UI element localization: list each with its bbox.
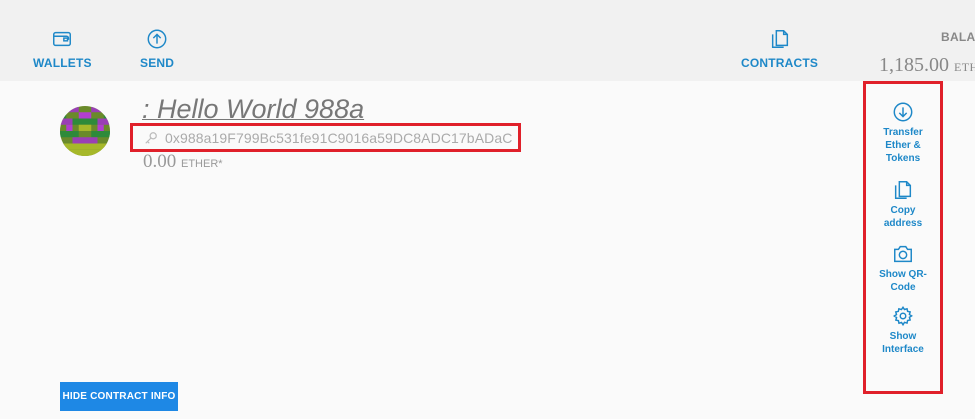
show-interface-button[interactable]: Show Interface [866, 305, 940, 356]
camera-icon [894, 245, 912, 263]
show-qr-code-button[interactable]: Show QR- Code [866, 243, 940, 294]
copy-icon [894, 181, 912, 199]
balance-label: BALANC [941, 30, 975, 44]
hide-contract-info-button[interactable]: HIDE CONTRACT INFO [60, 382, 178, 411]
copy-address-label: Copy address [883, 205, 923, 229]
transfer-ether-tokens-button[interactable]: Transfer Ether & Tokens [866, 101, 940, 165]
wallet-icon [53, 31, 72, 47]
account-address-field[interactable]: 0x988a19F799Bc531fe91C9016a59DC8ADC17bAD… [130, 123, 521, 152]
show-qr-code-label: Show QR- Code [879, 269, 927, 293]
account-identicon [60, 103, 110, 159]
gear-icon [892, 305, 913, 327]
show-interface-label: Show Interface [882, 331, 924, 355]
contract-actions-panel: Transfer Ether & Tokens Copy address Show Q… [863, 81, 943, 394]
key-icon [145, 131, 157, 144]
download-circle-icon [893, 102, 913, 122]
account-balance-unit: ETHER* [181, 158, 223, 170]
arrow-up-circle-icon [147, 29, 167, 49]
balance-unit: ETHER [954, 60, 975, 74]
account-address[interactable]: 0x988a19F799Bc531fe91C9016a59DC8ADC17bAD… [165, 130, 512, 146]
send-nav-button[interactable]: SEND [140, 28, 174, 70]
contracts-icon [771, 30, 788, 48]
top-navigation-bar: WALLETS SEND CONTRACTS BALANC 1,185.00 E… [0, 0, 975, 81]
identicon-image [60, 106, 110, 156]
wallets-nav-button[interactable]: WALLETS [33, 28, 92, 70]
total-balance: BALANC 1,185.00 ETHER [879, 30, 975, 77]
transfer-label: Transfer Ether & Tokens [883, 127, 923, 164]
copy-address-button[interactable]: Copy address [866, 179, 940, 230]
wallets-label: WALLETS [33, 56, 92, 70]
account-balance: 0.00 ETHER* [143, 151, 223, 173]
account-balance-value: 0.00 [143, 151, 177, 172]
contracts-nav-button[interactable]: CONTRACTS [741, 28, 818, 70]
balance-value: 1,185.00 [879, 54, 949, 76]
send-label: SEND [140, 56, 175, 70]
contracts-label: CONTRACTS [741, 56, 819, 70]
balance-amount: 1,185.00 ETHER [879, 54, 975, 77]
account-title[interactable]: : Hello World 988a [142, 94, 364, 125]
